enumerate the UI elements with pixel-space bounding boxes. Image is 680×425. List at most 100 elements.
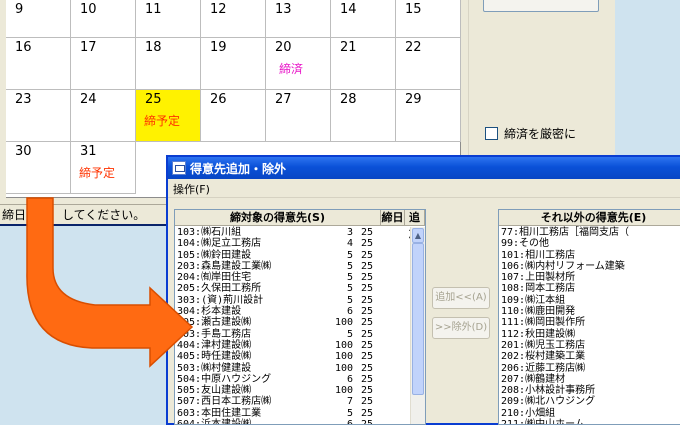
calendar-day[interactable]: 28	[331, 90, 396, 142]
calendar-day[interactable]: 22	[396, 38, 461, 90]
calendar-day[interactable]: 29	[396, 90, 461, 142]
side-top-button[interactable]	[483, 0, 599, 12]
list-item[interactable]: 304:杉本建設 6 25	[175, 306, 425, 317]
list-item[interactable]: 503:㈱村健建設 100 25	[175, 363, 425, 374]
list-item[interactable]: 112:秋田建設㈱	[499, 329, 680, 340]
list-item[interactable]: 108:岡本工務店	[499, 283, 680, 294]
calendar-day[interactable]: 11	[136, 0, 201, 38]
list-item[interactable]: 303:(資)荊川設計 5 25	[175, 295, 425, 306]
list-item[interactable]: 106:㈱内村リフォーム建築	[499, 261, 680, 272]
calendar-day[interactable]: 24	[71, 90, 136, 142]
list-item[interactable]: 504:中原ハウジング 6 25	[175, 374, 425, 385]
closing-day: 100	[334, 362, 353, 374]
calendar-day[interactable]: 9	[6, 0, 71, 38]
list-item[interactable]: 107:上田製材所	[499, 272, 680, 283]
list-item[interactable]: 203:森島建設工業㈱ 5 25	[175, 261, 425, 272]
list-item[interactable]: 202:桜村建築工業	[499, 351, 680, 362]
closing-day: 100	[334, 339, 353, 351]
list-item[interactable]: 507:西日本工務店㈱ 7 25	[175, 396, 425, 407]
mode-value: 25	[361, 328, 374, 340]
list-item[interactable]: 101:相川工務店	[499, 250, 680, 261]
list-item[interactable]: 207:㈱鶴建材	[499, 374, 680, 385]
list-item[interactable]: 210:小畑組	[499, 408, 680, 419]
left-scrollbar[interactable]: ▲	[410, 227, 425, 424]
day-number: 29	[405, 92, 422, 107]
day-status: 締予定	[79, 166, 116, 180]
list-item[interactable]: 104:㈱足立工務店 4 25	[175, 238, 425, 249]
checkbox-label: 締済を厳密に	[504, 127, 577, 141]
calendar-day[interactable]: 30	[6, 142, 71, 194]
list-item[interactable]: 204:㈲岸田住宅 5 25	[175, 272, 425, 283]
list-item[interactable]: 603:本田住建工業 5 25	[175, 408, 425, 419]
list-item[interactable]: 105:㈱鈴田建設 5 25	[175, 250, 425, 261]
col-header-mode[interactable]: 追加	[405, 210, 425, 240]
scroll-up-icon[interactable]: ▲	[412, 228, 424, 243]
calendar-day[interactable]: 13	[266, 0, 331, 38]
add-button[interactable]: 追加<<(A)	[432, 287, 490, 309]
list-item[interactable]: 209:㈱北ハウジング	[499, 396, 680, 407]
col-header-other[interactable]: それ以外の得意先(E)	[499, 210, 680, 226]
list-item[interactable]: 404:津村建設㈱ 100 25	[175, 340, 425, 351]
calendar-day[interactable]: 26	[201, 90, 266, 142]
list-item[interactable]: 206:近藤工務店㈱	[499, 363, 680, 374]
customer-name: 603:本田住建工業	[177, 407, 262, 419]
list-item[interactable]: 405:時任建設㈱ 100 25	[175, 351, 425, 362]
calendar-day[interactable]: 23	[6, 90, 71, 142]
day-status: 締済	[279, 62, 304, 76]
col-header-day[interactable]: 締日	[381, 210, 405, 226]
calendar-day[interactable]: 18	[136, 38, 201, 90]
customer-name: 207:㈱鶴建材	[501, 373, 566, 385]
customer-name: 503:㈱村健建設	[177, 362, 252, 374]
scroll-thumb[interactable]	[412, 243, 424, 395]
calendar-day[interactable]: 19	[201, 38, 266, 90]
list-item[interactable]: 109:㈱江本組	[499, 295, 680, 306]
list-item[interactable]: 305:瀬古建設㈱ 100 25	[175, 317, 425, 328]
mode-value: 25	[361, 351, 374, 363]
customer-name: 405:時任建設㈱	[177, 351, 252, 363]
checkbox-box[interactable]	[485, 127, 498, 140]
menu-operation[interactable]: 操作(F)	[173, 181, 210, 197]
customer-name: 108:岡本工務店	[501, 283, 576, 295]
calendar-day[interactable]: 12	[201, 0, 266, 38]
list-item[interactable]: 205:久保田工務所 5 25	[175, 283, 425, 294]
day-number: 20	[275, 40, 292, 55]
customer-name: 103:㈱石川組	[177, 227, 242, 238]
customer-name: 111:㈱岡田製作所	[501, 317, 586, 329]
list-item[interactable]: 99:その他	[499, 238, 680, 249]
day-number: 9	[15, 2, 24, 17]
calendar-day[interactable]: 31 締予定	[71, 142, 136, 194]
customer-name: 403:手島工務店	[177, 328, 252, 340]
target-customer-list[interactable]: 締対象の得意先(S) 締日 追加 103:㈱石川組325104:㈱足立工務店42…	[174, 209, 426, 425]
calendar-day[interactable]: 27	[266, 90, 331, 142]
strict-closed-checkbox[interactable]: 締済を厳密に	[485, 125, 576, 142]
day-number: 23	[15, 92, 32, 107]
mode-value: 25	[361, 407, 374, 419]
mode-value: 25	[361, 317, 374, 329]
customer-name: 101:相川工務店	[501, 249, 576, 261]
mode-value: 25	[361, 294, 374, 306]
calendar-day[interactable]: 16	[6, 38, 71, 90]
col-header-name[interactable]: 締対象の得意先(S)	[175, 210, 381, 226]
list-item[interactable]: 208:小林設計事務所	[499, 385, 680, 396]
calendar-day[interactable]: 21	[331, 38, 396, 90]
dialog-titlebar[interactable]: 得意先追加・除外	[168, 157, 680, 179]
day-number: 27	[275, 92, 292, 107]
list-item[interactable]: 403:手島工務店 5 25	[175, 329, 425, 340]
list-item[interactable]: 77:相川工務店［福岡支店（	[499, 227, 680, 238]
list-item[interactable]: 110:㈱鹿田開発	[499, 306, 680, 317]
other-customer-list[interactable]: それ以外の得意先(E) 77:相川工務店［福岡支店（ 99:その他 101:相川工務…	[498, 209, 680, 425]
remove-button[interactable]: >>除外(D)	[432, 317, 490, 339]
list-item[interactable]: 111:㈱岡田製作所	[499, 317, 680, 328]
customer-name: 305:瀬古建設㈱	[177, 317, 252, 329]
calendar-day[interactable]: 17	[71, 38, 136, 90]
list-item[interactable]: 505:友山建設㈱ 100 25	[175, 385, 425, 396]
list-item[interactable]: 103:㈱石川組 3 25	[175, 227, 425, 238]
list-item[interactable]: 201:㈱児玉工務店	[499, 340, 680, 351]
status-text-right: してください。	[62, 208, 146, 222]
calendar-day[interactable]: 14	[331, 0, 396, 38]
calendar-day[interactable]: 20 締済	[266, 38, 331, 90]
calendar-day[interactable]: 25 締予定	[136, 90, 201, 142]
day-number: 13	[275, 2, 292, 17]
calendar-day[interactable]: 15	[396, 0, 461, 38]
calendar-day[interactable]: 10	[71, 0, 136, 38]
